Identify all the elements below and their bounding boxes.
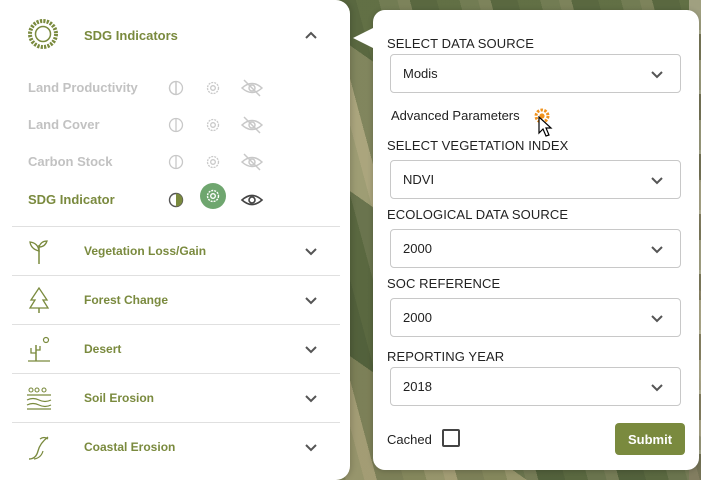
- sdg-indicators-title: SDG Indicators: [84, 28, 178, 43]
- chevron-down-icon: [651, 71, 663, 79]
- category-label: Forest Change: [84, 293, 169, 307]
- soc-reference-value: 2000: [403, 310, 432, 325]
- eye-icon[interactable]: [239, 190, 265, 210]
- submit-button[interactable]: Submit: [615, 423, 685, 455]
- contrast-icon[interactable]: [166, 152, 186, 172]
- sdg-wheel-icon: [28, 19, 58, 49]
- chevron-down-icon: [651, 315, 663, 323]
- chevron-down-icon[interactable]: [304, 245, 318, 259]
- gear-icon[interactable]: [203, 78, 223, 98]
- reporting-year-value: 2018: [403, 379, 432, 394]
- soil-layers-icon: [26, 387, 52, 410]
- chevron-down-icon[interactable]: [304, 441, 318, 455]
- chevron-down-icon: [651, 177, 663, 185]
- chevron-down-icon: [651, 246, 663, 254]
- sub-item-land-productivity[interactable]: Land Productivity: [28, 78, 328, 98]
- cached-label: Cached: [387, 432, 432, 447]
- category-soil-erosion[interactable]: Soil Erosion: [12, 373, 340, 422]
- chevron-down-icon[interactable]: [304, 392, 318, 406]
- category-label: Vegetation Loss/Gain: [84, 244, 207, 258]
- cactus-sun-icon: [28, 336, 50, 362]
- sub-item-label: SDG Indicator: [28, 192, 115, 207]
- sdg-indicators-header[interactable]: SDG Indicators: [12, 0, 340, 72]
- data-source-label: SELECT DATA SOURCE: [387, 36, 535, 51]
- data-source-select[interactable]: Modis: [390, 54, 681, 93]
- vegetation-index-value: NDVI: [403, 172, 435, 187]
- vegetation-index-label: SELECT VEGETATION INDEX: [387, 138, 569, 153]
- sub-item-land-cover[interactable]: Land Cover: [28, 115, 328, 135]
- coast-wave-icon: [28, 436, 49, 460]
- contrast-icon[interactable]: [166, 190, 186, 210]
- category-label: Soil Erosion: [84, 391, 155, 405]
- sub-item-label: Carbon Stock: [28, 154, 113, 169]
- chevron-down-icon[interactable]: [304, 294, 318, 308]
- reporting-year-label: REPORTING YEAR: [387, 349, 505, 364]
- eye-off-icon[interactable]: [239, 152, 265, 172]
- reporting-year-select[interactable]: 2018: [390, 367, 681, 406]
- layers-panel: SDG Indicators Land Productivity Land Co…: [0, 0, 350, 480]
- advanced-parameters-link[interactable]: Advanced Parameters: [391, 108, 520, 123]
- gear-icon[interactable]: [200, 183, 226, 209]
- category-label: Desert: [84, 342, 122, 356]
- category-label: Coastal Erosion: [84, 440, 176, 454]
- sprout-icon: [29, 240, 48, 264]
- soc-reference-label: SOC REFERENCE: [387, 276, 501, 291]
- gear-icon[interactable]: [203, 115, 223, 135]
- category-coastal-erosion[interactable]: Coastal Erosion: [12, 422, 340, 471]
- category-forest-change[interactable]: Forest Change: [12, 275, 340, 324]
- sub-item-carbon-stock[interactable]: Carbon Stock: [28, 152, 328, 172]
- ecological-source-label: ECOLOGICAL DATA SOURCE: [387, 207, 569, 222]
- mouse-pointer-icon: [538, 116, 553, 137]
- contrast-icon[interactable]: [166, 78, 186, 98]
- ecological-source-value: 2000: [403, 241, 432, 256]
- eye-off-icon[interactable]: [239, 115, 265, 135]
- category-vegetation-loss-gain[interactable]: Vegetation Loss/Gain: [12, 226, 340, 275]
- ecological-source-select[interactable]: 2000: [390, 229, 681, 268]
- vegetation-index-select[interactable]: NDVI: [390, 160, 681, 199]
- contrast-icon[interactable]: [166, 115, 186, 135]
- sub-item-label: Land Productivity: [28, 80, 138, 95]
- gear-icon[interactable]: [203, 152, 223, 172]
- chevron-up-icon[interactable]: [304, 28, 318, 42]
- category-desert[interactable]: Desert: [12, 324, 340, 373]
- cached-checkbox[interactable]: [442, 429, 460, 447]
- chevron-down-icon[interactable]: [304, 343, 318, 357]
- soc-reference-select[interactable]: 2000: [390, 298, 681, 337]
- parameters-popover: SELECT DATA SOURCE Modis Advanced Parame…: [353, 10, 699, 470]
- data-source-value: Modis: [403, 66, 438, 81]
- eye-off-icon[interactable]: [239, 78, 265, 98]
- chevron-down-icon: [651, 384, 663, 392]
- sub-item-label: Land Cover: [28, 117, 100, 132]
- tree-icon: [28, 286, 50, 313]
- sub-item-sdg-indicator[interactable]: SDG Indicator: [28, 183, 328, 210]
